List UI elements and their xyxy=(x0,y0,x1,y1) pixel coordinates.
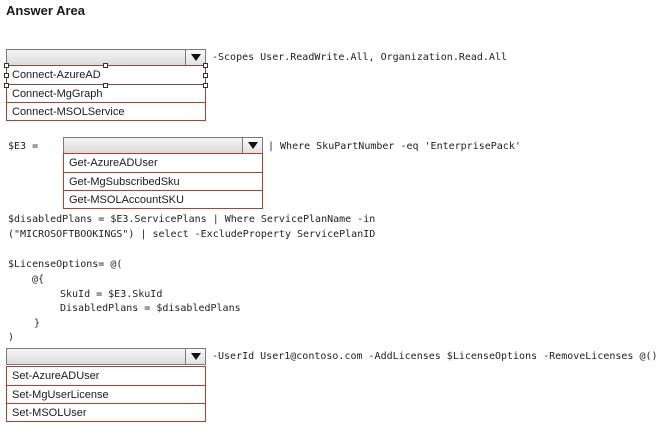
option-set-msoluser[interactable]: Set-MSOLUser xyxy=(7,403,205,421)
option-connect-msolservice[interactable]: Connect-MSOLService xyxy=(7,102,205,120)
triangle-down-icon xyxy=(191,353,201,360)
license-options-line-4: DisabledPlans = $disabledPlans xyxy=(60,303,241,314)
set-license-cmdlet-dropdown[interactable] xyxy=(6,348,206,365)
triangle-down-icon xyxy=(191,54,201,61)
option-connect-azuread[interactable]: Connect-AzureAD xyxy=(7,66,205,84)
answer-area-title: Answer Area xyxy=(6,3,85,18)
option-get-mgsubscribedsku[interactable]: Get-MgSubscribedSku xyxy=(64,172,262,190)
disabled-plans-line-2: ("MICROSOFTBOOKINGS") | select -ExcludeP… xyxy=(8,229,376,240)
dropdown-arrow-button[interactable] xyxy=(185,50,205,65)
connect-scopes-text: -Scopes User.ReadWrite.All, Organization… xyxy=(212,52,508,63)
license-options-line-6: ) xyxy=(8,332,15,343)
sku-filter-text: | Where SkuPartNumber -eq 'EnterprisePac… xyxy=(268,141,521,152)
license-options-line-3: SkuId = $E3.SkuId xyxy=(60,289,163,300)
resize-handle[interactable] xyxy=(4,83,9,88)
triangle-down-icon xyxy=(248,142,258,149)
resize-handle[interactable] xyxy=(103,83,108,88)
sku-options-list: Get-AzureADUser Get-MgSubscribedSku Get-… xyxy=(63,153,263,209)
resize-handle[interactable] xyxy=(203,63,208,68)
sku-cmdlet-dropdown[interactable] xyxy=(63,137,263,154)
e3-assignment-text: $E3 = xyxy=(8,141,39,152)
set-license-args-text: -UserId User1@contoso.com -AddLicenses $… xyxy=(212,351,658,362)
dropdown-arrow-button[interactable] xyxy=(242,138,262,153)
license-options-line-5: } xyxy=(34,318,41,329)
license-options-line-1: $LicenseOptions= @( xyxy=(8,259,123,270)
option-get-azureaduser[interactable]: Get-AzureADUser xyxy=(64,154,262,172)
resize-handle[interactable] xyxy=(103,63,108,68)
resize-handle[interactable] xyxy=(4,63,9,68)
set-license-options-list: Set-AzureADUser Set-MgUserLicense Set-MS… xyxy=(6,366,206,422)
disabled-plans-line-1: $disabledPlans = $E3.ServicePlans | Wher… xyxy=(8,214,376,225)
resize-handle[interactable] xyxy=(4,73,9,78)
option-set-azureaduser[interactable]: Set-AzureADUser xyxy=(7,367,205,385)
license-options-line-2: @{ xyxy=(32,274,45,285)
resize-handle[interactable] xyxy=(203,73,208,78)
option-set-mguserlicense[interactable]: Set-MgUserLicense xyxy=(7,385,205,403)
dropdown-arrow-button[interactable] xyxy=(185,349,205,364)
connect-options-list: Connect-AzureAD Connect-MgGraph Connect-… xyxy=(6,65,206,121)
option-get-msolaccountsku[interactable]: Get-MSOLAccountSKU xyxy=(64,190,262,208)
resize-handle[interactable] xyxy=(203,83,208,88)
